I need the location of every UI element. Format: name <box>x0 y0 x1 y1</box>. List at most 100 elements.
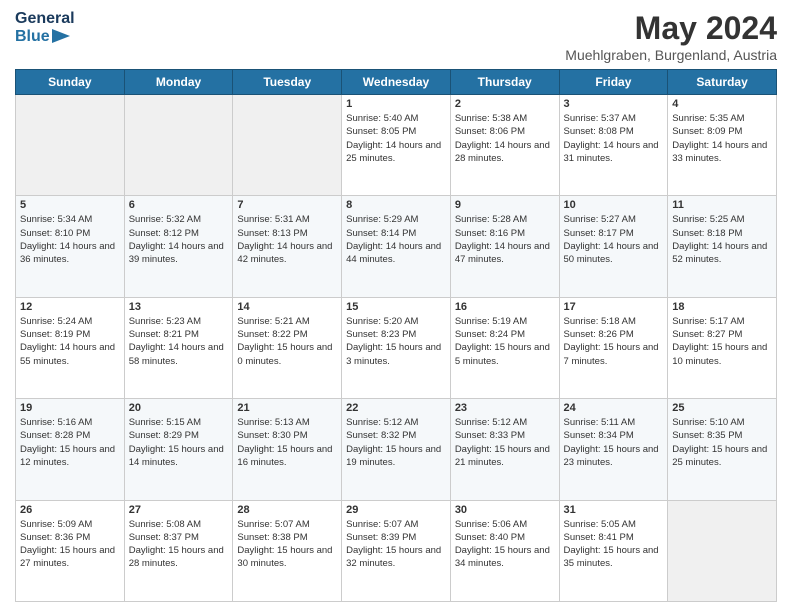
logo-arrow-icon <box>52 29 70 43</box>
day-info-line: Sunset: 8:19 PM <box>20 329 90 340</box>
day-info-line: Sunset: 8:05 PM <box>346 126 416 137</box>
day-info: Sunrise: 5:09 AMSunset: 8:36 PMDaylight:… <box>20 518 120 571</box>
day-number: 29 <box>346 504 446 516</box>
day-info-line: Sunrise: 5:18 AM <box>564 316 636 327</box>
col-header-wednesday: Wednesday <box>342 70 451 95</box>
day-info: Sunrise: 5:31 AMSunset: 8:13 PMDaylight:… <box>237 213 337 266</box>
calendar-table: SundayMondayTuesdayWednesdayThursdayFrid… <box>15 69 777 602</box>
week-row-4: 19Sunrise: 5:16 AMSunset: 8:28 PMDayligh… <box>16 399 777 500</box>
day-info-line: Sunrise: 5:29 AM <box>346 214 418 225</box>
day-info-line: Sunset: 8:13 PM <box>237 228 307 239</box>
day-info-line: Sunset: 8:18 PM <box>672 228 742 239</box>
day-number: 30 <box>455 504 555 516</box>
week-row-2: 5Sunrise: 5:34 AMSunset: 8:10 PMDaylight… <box>16 196 777 297</box>
day-cell: 29Sunrise: 5:07 AMSunset: 8:39 PMDayligh… <box>342 500 451 601</box>
day-info-line: Daylight: 15 hours and 30 minutes. <box>237 545 332 569</box>
day-info-line: Sunset: 8:34 PM <box>564 430 634 441</box>
day-number: 22 <box>346 402 446 414</box>
day-info-line: Sunrise: 5:13 AM <box>237 417 309 428</box>
col-header-tuesday: Tuesday <box>233 70 342 95</box>
day-info-line: Daylight: 15 hours and 10 minutes. <box>672 342 767 366</box>
day-number: 28 <box>237 504 337 516</box>
col-header-sunday: Sunday <box>16 70 125 95</box>
day-number: 13 <box>129 301 229 313</box>
day-info-line: Daylight: 15 hours and 23 minutes. <box>564 444 659 468</box>
day-number: 31 <box>564 504 664 516</box>
day-info-line: Sunrise: 5:40 AM <box>346 113 418 124</box>
day-cell: 2Sunrise: 5:38 AMSunset: 8:06 PMDaylight… <box>450 95 559 196</box>
week-row-1: 1 Sunrise: 5:40 AM Sunset: 8:05 PM Daylight… <box>16 95 777 196</box>
day-number: 18 <box>672 301 772 313</box>
day-info-line: Sunrise: 5:38 AM <box>455 113 527 124</box>
day-info-line: Sunrise: 5:07 AM <box>346 519 418 530</box>
logo: General Blue <box>15 10 75 45</box>
day-info-line: Sunset: 8:29 PM <box>129 430 199 441</box>
day-number: 27 <box>129 504 229 516</box>
day-cell <box>16 95 125 196</box>
day-info: Sunrise: 5:21 AMSunset: 8:22 PMDaylight:… <box>237 315 337 368</box>
day-info-line: Sunrise: 5:23 AM <box>129 316 201 327</box>
day-info: Sunrise: 5:28 AMSunset: 8:16 PMDaylight:… <box>455 213 555 266</box>
day-number: 17 <box>564 301 664 313</box>
day-number: 6 <box>129 199 229 211</box>
day-number: 19 <box>20 402 120 414</box>
day-info-line: Daylight: 15 hours and 34 minutes. <box>455 545 550 569</box>
day-info-line: Sunrise: 5:19 AM <box>455 316 527 327</box>
day-info-line: Sunset: 8:35 PM <box>672 430 742 441</box>
day-info-line: Daylight: 15 hours and 19 minutes. <box>346 444 441 468</box>
day-info-line: Daylight: 15 hours and 5 minutes. <box>455 342 550 366</box>
day-info-line: Sunrise: 5:12 AM <box>455 417 527 428</box>
day-cell: 9Sunrise: 5:28 AMSunset: 8:16 PMDaylight… <box>450 196 559 297</box>
day-info-line: Sunset: 8:27 PM <box>672 329 742 340</box>
day-cell: 31Sunrise: 5:05 AMSunset: 8:41 PMDayligh… <box>559 500 668 601</box>
day-cell: 18 Sunrise: 5:17 AM Sunset: 8:27 PM Dayligh… <box>668 297 777 398</box>
day-info-line: Sunrise: 5:32 AM <box>129 214 201 225</box>
day-info-line: Sunset: 8:33 PM <box>455 430 525 441</box>
day-info-line: Sunrise: 5:17 AM <box>672 316 744 327</box>
day-info: Sunrise: 5:11 AMSunset: 8:34 PMDaylight:… <box>564 416 664 469</box>
day-info-line: Sunrise: 5:15 AM <box>129 417 201 428</box>
page: General Blue May 2024 Muehlgraben, Burge… <box>0 0 792 612</box>
day-info-line: Sunrise: 5:07 AM <box>237 519 309 530</box>
day-cell: 27 Sunrise: 5:08 AMSunset: 8:37 PMDayligh… <box>124 500 233 601</box>
day-cell: 21Sunrise: 5:13 AMSunset: 8:30 PMDayligh… <box>233 399 342 500</box>
day-info-line: Daylight: 15 hours and 32 minutes. <box>346 545 441 569</box>
day-cell: 6Sunrise: 5:32 AMSunset: 8:12 PMDaylight… <box>124 196 233 297</box>
day-info-line: Sunrise: 5:05 AM <box>564 519 636 530</box>
day-info-line: Sunset: 8:22 PM <box>237 329 307 340</box>
day-number: 3 <box>564 98 664 110</box>
day-info: Sunrise: 5:38 AM Sunset: 8:06 PM Daylight:… <box>455 112 555 165</box>
day-info-line: Daylight: 14 hours and 28 minutes. <box>455 140 550 164</box>
day-cell: 23Sunrise: 5:12 AMSunset: 8:33 PMDayligh… <box>450 399 559 500</box>
day-number: 1 <box>346 98 446 110</box>
day-number: 10 <box>564 199 664 211</box>
day-info: Sunrise: 5:13 AMSunset: 8:30 PMDaylight:… <box>237 416 337 469</box>
day-info-line: Sunset: 8:38 PM <box>237 532 307 543</box>
day-info: Sunrise: 5:40 AMSunset: 8:05 PMDaylight:… <box>346 112 446 165</box>
day-number: 12 <box>20 301 120 313</box>
day-info-line: Sunrise: 5:35 AM <box>672 113 744 124</box>
day-info-line: Sunset: 8:26 PM <box>564 329 634 340</box>
day-info-line: Sunrise: 5:28 AM <box>455 214 527 225</box>
day-info-line: Sunset: 8:17 PM <box>564 228 634 239</box>
day-number: 20 <box>129 402 229 414</box>
day-cell: 8Sunrise: 5:29 AMSunset: 8:14 PMDaylight… <box>342 196 451 297</box>
day-cell: 12Sunrise: 5:24 AMSunset: 8:19 PMDayligh… <box>16 297 125 398</box>
day-cell <box>233 95 342 196</box>
day-info-line: Daylight: 14 hours and 47 minutes. <box>455 241 550 265</box>
day-info-line: Sunrise: 5:21 AM <box>237 316 309 327</box>
day-info-line: Sunset: 8:37 PM <box>129 532 199 543</box>
day-info-line: Sunset: 8:06 PM <box>455 126 525 137</box>
day-cell: 4Sunrise: 5:35 AMSunset: 8:09 PMDaylight… <box>668 95 777 196</box>
day-number: 23 <box>455 402 555 414</box>
day-info: Sunrise: 5:08 AMSunset: 8:37 PMDaylight:… <box>129 518 229 571</box>
day-info: Sunrise: 5:29 AMSunset: 8:14 PMDaylight:… <box>346 213 446 266</box>
day-info-line: Sunrise: 5:24 AM <box>20 316 92 327</box>
day-info: Sunrise: 5:12 AMSunset: 8:32 PMDaylight:… <box>346 416 446 469</box>
day-info-line: Daylight: 14 hours and 36 minutes. <box>20 241 115 265</box>
day-cell <box>668 500 777 601</box>
day-info: Sunrise: 5:27 AMSunset: 8:17 PMDaylight:… <box>564 213 664 266</box>
day-number: 11 <box>672 199 772 211</box>
day-info: Sunrise: 5:18 AMSunset: 8:26 PMDaylight:… <box>564 315 664 368</box>
day-cell: 13Sunrise: 5:23 AMSunset: 8:21 PMDayligh… <box>124 297 233 398</box>
